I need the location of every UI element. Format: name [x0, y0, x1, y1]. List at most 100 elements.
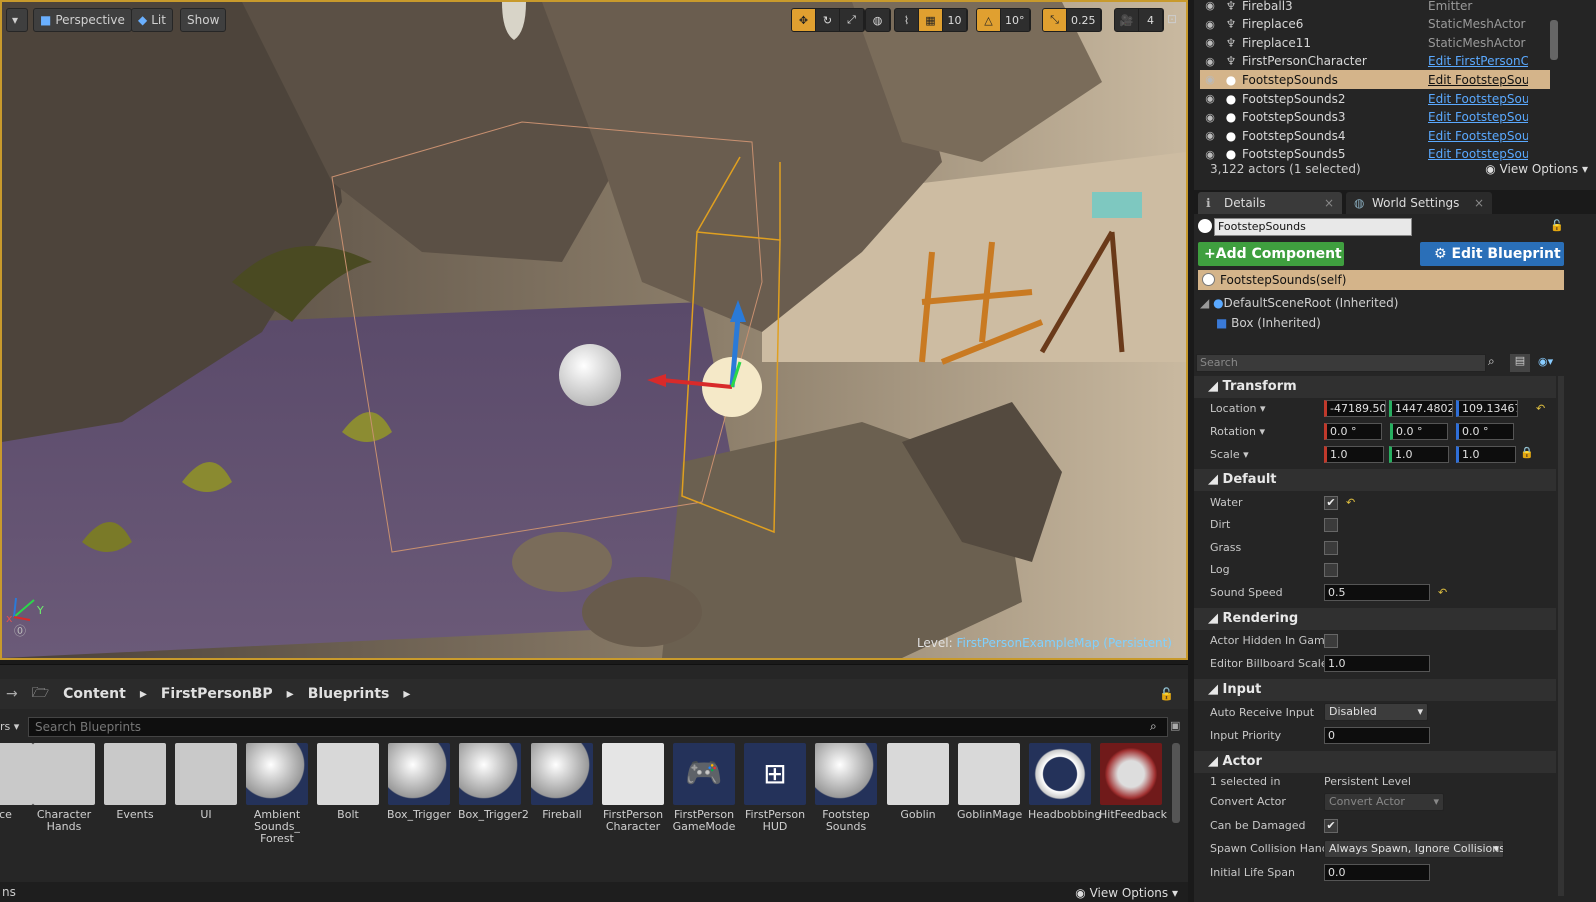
section-input[interactable]: ◢ Input: [1194, 679, 1556, 701]
close-icon[interactable]: ×: [1474, 192, 1484, 214]
visibility-eye-icon[interactable]: ◉: [1200, 92, 1220, 105]
edit-blueprint-button[interactable]: ⚙ Edit Blueprint ▾: [1420, 242, 1564, 286]
location-y-field[interactable]: 1447.48022: [1389, 400, 1453, 417]
location-label[interactable]: Location ▾: [1210, 402, 1266, 415]
surface-snap-icon[interactable]: ⌇: [895, 9, 919, 31]
asset-tile[interactable]: Fireball: [530, 743, 594, 821]
rotation-y-field[interactable]: 0.0 °: [1390, 423, 1448, 440]
grass-checkbox[interactable]: [1324, 541, 1338, 555]
section-rendering[interactable]: ◢ Rendering: [1194, 608, 1556, 630]
location-z-field[interactable]: 109.134674: [1456, 400, 1518, 417]
location-x-field[interactable]: -47189.503: [1324, 400, 1386, 417]
water-checkbox[interactable]: ✔: [1324, 496, 1338, 510]
edit-blueprint-link[interactable]: Edit FootstepSou: [1428, 110, 1528, 124]
sphere-actor[interactable]: [559, 344, 621, 406]
add-component-button[interactable]: +Add Component ▾: [1198, 242, 1344, 286]
outliner-row[interactable]: ◉ ● FootstepSounds4 Edit FootstepSou: [1200, 126, 1550, 145]
grid-snap-icon[interactable]: ▦: [919, 9, 943, 31]
visibility-eye-icon[interactable]: ◉: [1200, 111, 1220, 124]
lit-button[interactable]: ◆ Lit: [131, 8, 173, 32]
camera-speed-icon[interactable]: 🎥: [1115, 9, 1139, 31]
forward-arrow-icon[interactable]: →: [6, 686, 18, 702]
level-viewport[interactable]: Y x ▾ ■ Perspective ◆ Lit Show ✥ ↻ ⤢ ◍ ⌇ ▦…: [0, 0, 1188, 660]
log-checkbox[interactable]: [1324, 563, 1338, 577]
search-icon[interactable]: ⌕: [1150, 719, 1157, 734]
scale-value[interactable]: 0.25: [1067, 9, 1101, 31]
spawn-collision-select[interactable]: Always Spawn, Ignore Collisions ▾: [1324, 840, 1504, 858]
reset-arrow-icon[interactable]: ↶: [1438, 586, 1447, 599]
asset-tile[interactable]: Box_Trigger: [387, 743, 451, 821]
scale-lock-icon[interactable]: 🔒: [1520, 446, 1534, 459]
section-default[interactable]: ◢ Default: [1194, 469, 1556, 491]
show-button[interactable]: Show: [180, 8, 227, 32]
grid-value[interactable]: 10: [943, 9, 967, 31]
visibility-eye-icon[interactable]: ◉: [1200, 129, 1220, 142]
can-be-damaged-checkbox[interactable]: ✔: [1324, 819, 1338, 833]
asset-tile[interactable]: Goblin: [886, 743, 950, 821]
scale-y-field[interactable]: 1.0: [1389, 446, 1449, 463]
asset-tile[interactable]: Ambient Sounds_ Forest: [245, 743, 309, 845]
lock-icon[interactable]: 🔓: [1159, 687, 1174, 701]
outliner-scrollbar[interactable]: [1550, 20, 1558, 60]
outliner-row[interactable]: ◉ ♆ FirstPersonCharacter Edit FirstPersonC: [1200, 52, 1550, 71]
component-root-row[interactable]: ◢ ●DefaultSceneRoot (Inherited): [1200, 296, 1398, 310]
outliner-row[interactable]: ◉ ● FootstepSounds Edit FootstepSou: [1200, 70, 1550, 90]
rotation-value[interactable]: 10°: [1001, 9, 1030, 31]
section-transform[interactable]: ◢ Transform: [1194, 376, 1556, 398]
asset-tile[interactable]: Headbobbing: [1028, 743, 1101, 821]
asset-tile[interactable]: ⊞ FirstPerson HUD: [743, 743, 807, 833]
edit-blueprint-link[interactable]: Edit FirstPersonC: [1428, 54, 1528, 68]
outliner-row[interactable]: ◉ ♆ Fireball3 Emitter: [1200, 0, 1550, 15]
breadcrumb-firstpersonbp[interactable]: FirstPersonBP: [161, 686, 273, 702]
outliner-row[interactable]: ◉ ● FootstepSounds5 Edit FootstepSou: [1200, 145, 1550, 164]
edit-blueprint-link[interactable]: Edit FootstepSou: [1428, 147, 1528, 161]
visibility-eye-icon[interactable]: ◉: [1200, 148, 1220, 161]
scale-label[interactable]: Scale ▾: [1210, 448, 1249, 461]
lock-icon[interactable]: 🔓: [1550, 219, 1564, 232]
convert-actor-select[interactable]: Convert Actor ▾: [1324, 793, 1444, 811]
reset-arrow-icon[interactable]: ↶: [1346, 496, 1355, 509]
billboard-scale-field[interactable]: 1.0: [1324, 655, 1430, 672]
asset-tile[interactable]: UI: [174, 743, 238, 821]
translate-tool-icon[interactable]: ✥: [792, 9, 816, 31]
property-matrix-icon[interactable]: ▤: [1510, 354, 1530, 372]
breadcrumb-content[interactable]: Content: [63, 686, 126, 702]
eye-icon[interactable]: ◉▾: [1538, 355, 1553, 368]
viewport-menu-button[interactable]: ▾: [6, 8, 28, 32]
edit-blueprint-link[interactable]: Edit FootstepSou: [1428, 73, 1528, 87]
visibility-eye-icon[interactable]: ◉: [1200, 55, 1220, 68]
outliner-row[interactable]: ◉ ● FootstepSounds3 Edit FootstepSou: [1200, 108, 1550, 127]
camera-speed-value[interactable]: 4: [1139, 9, 1163, 31]
outliner-view-options-button[interactable]: ◉ View Options ▾: [1485, 162, 1588, 176]
visibility-eye-icon[interactable]: ◉: [1200, 18, 1220, 31]
component-self-row[interactable]: FootstepSounds(self): [1198, 270, 1564, 290]
asset-tile[interactable]: Footstep Sounds: [814, 743, 878, 833]
asset-tile[interactable]: 🎮 FirstPerson GameMode: [672, 743, 736, 833]
edit-blueprint-link[interactable]: Edit FootstepSou: [1428, 92, 1528, 106]
globe-icon[interactable]: ◍: [866, 9, 890, 31]
auto-receive-input-select[interactable]: Disabled ▾: [1324, 703, 1428, 721]
asset-tile[interactable]: GoblinMage: [957, 743, 1022, 821]
save-search-icon[interactable]: ▣: [1170, 719, 1180, 732]
outliner-row[interactable]: ◉ ♆ Fireplace6 StaticMeshActor: [1200, 15, 1550, 34]
tab-world-settings[interactable]: ◍ World Settings ×: [1346, 192, 1492, 214]
visibility-eye-icon[interactable]: ◉: [1200, 0, 1220, 12]
details-scrollbar[interactable]: [1558, 376, 1564, 896]
tab-details[interactable]: ℹ Details ×: [1198, 192, 1342, 214]
breadcrumb-separator-icon[interactable]: ▸: [403, 686, 410, 702]
filters-button[interactable]: rs ▾: [0, 717, 24, 737]
visibility-eye-icon[interactable]: ◉: [1200, 36, 1220, 49]
viewport-scene[interactable]: Y x: [2, 2, 1186, 658]
search-icon[interactable]: ⌕: [1488, 354, 1495, 369]
scale-tool-icon[interactable]: ⤢: [840, 9, 864, 31]
scale-x-field[interactable]: 1.0: [1324, 446, 1384, 463]
rotation-label[interactable]: Rotation ▾: [1210, 425, 1265, 438]
dirt-checkbox[interactable]: [1324, 518, 1338, 532]
rotation-z-field[interactable]: 0.0 °: [1456, 423, 1514, 440]
outliner-row[interactable]: ◉ ♆ Fireplace11 StaticMeshActor: [1200, 33, 1550, 52]
input-priority-field[interactable]: 0: [1324, 727, 1430, 744]
actor-name-input[interactable]: FootstepSounds: [1214, 218, 1412, 236]
breadcrumb-blueprints[interactable]: Blueprints: [308, 686, 390, 702]
reset-arrow-icon[interactable]: ↶: [1536, 402, 1545, 415]
asset-tile[interactable]: Events: [103, 743, 167, 821]
